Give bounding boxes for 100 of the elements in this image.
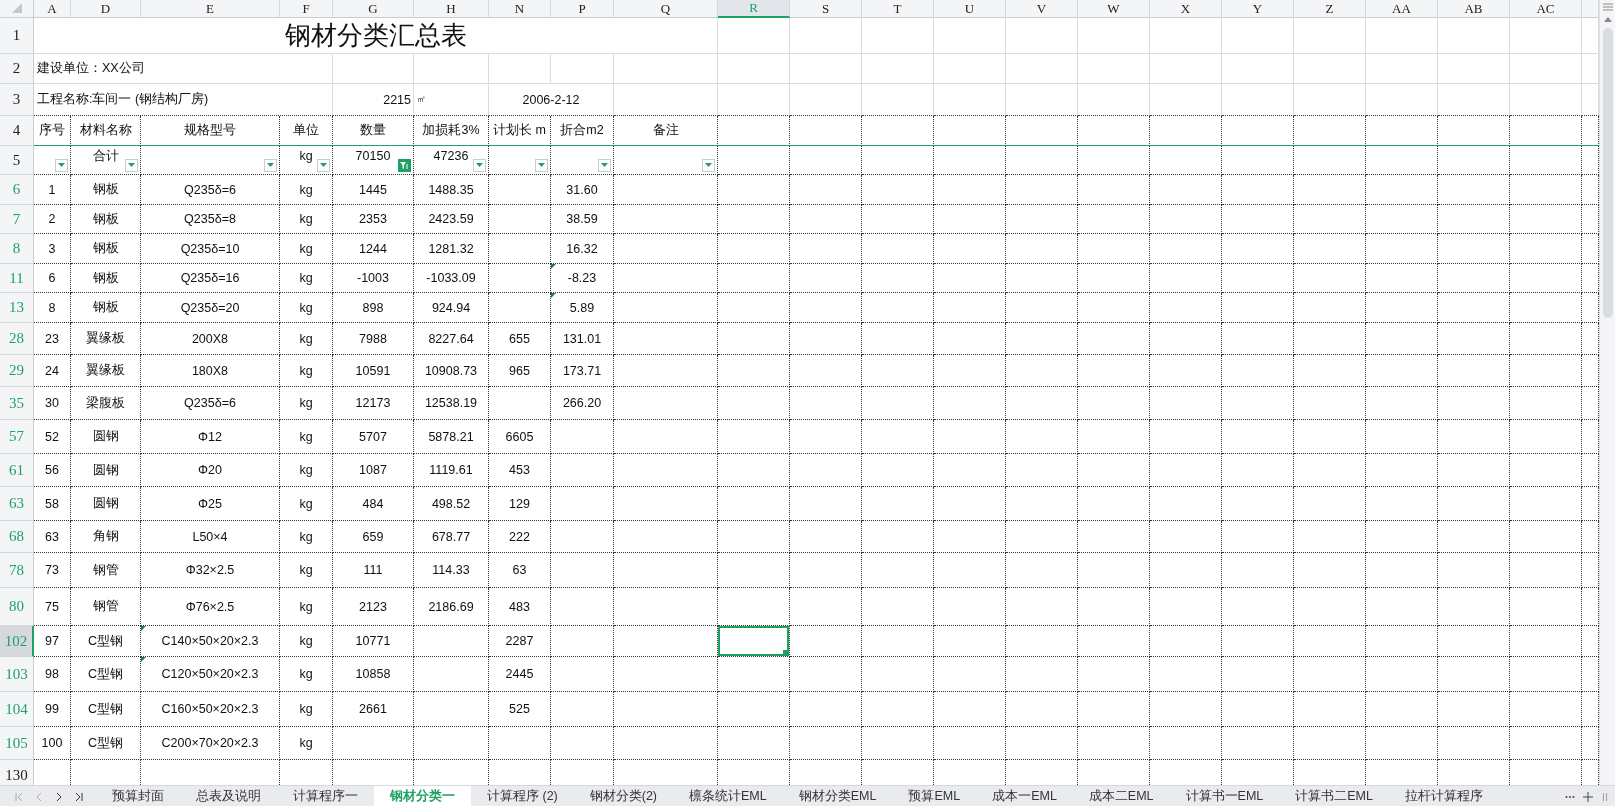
row-header[interactable]: 2 [0,54,34,84]
sheet-tab[interactable]: 总表及说明 [180,786,277,806]
table-cell: kg [299,599,313,614]
column-header[interactable]: H [414,0,489,18]
menu-icon[interactable] [1602,3,1613,11]
table-cell: 圆钢 [92,495,119,512]
column-header[interactable]: E [141,0,280,18]
column-label: 单位 [293,122,319,139]
table-cell: kg [299,667,313,681]
column-header[interactable]: W [1078,0,1150,18]
table-cell: 翼缘板 [86,330,125,347]
table-cell: 10771 [355,634,391,648]
row-header[interactable]: 130 [0,760,34,785]
filter-button[interactable] [398,159,411,172]
sheet-tab[interactable]: 预算EML [892,786,977,806]
sheet-tab[interactable]: 檩条统计EML [673,786,783,806]
filter-button[interactable] [317,159,330,172]
filter-button[interactable] [55,159,68,172]
first-sheet-icon[interactable] [14,791,24,802]
column-header[interactable]: A [34,0,71,18]
column-header[interactable]: AB [1438,0,1510,18]
column-label: 计划长 m [493,122,546,139]
column-header[interactable]: AA [1366,0,1438,18]
table-cell: Φ20 [198,463,222,477]
row-header[interactable]: 1 [0,18,34,54]
table-cell: 525 [509,702,530,716]
table-cell: 钢板 [92,181,119,198]
column-header[interactable]: Y [1222,0,1294,18]
table-cell: kg [299,271,313,285]
table-cell: 483 [509,599,530,614]
previous-sheet-icon[interactable] [34,791,44,802]
column-header[interactable]: F [280,0,333,18]
column-header[interactable]: AC [1510,0,1582,18]
table-cell: 173.71 [562,363,602,378]
filter-button[interactable] [598,159,611,172]
filter-button[interactable] [473,159,486,172]
sheet-tab[interactable]: 拉杆计算程序 [1388,786,1499,806]
row-header[interactable]: 4 [0,116,34,146]
sheet-tab[interactable]: 预算封面 [96,786,180,806]
table-cell: 10858 [355,667,391,681]
next-sheet-icon[interactable] [54,791,64,802]
last-sheet-icon[interactable] [74,791,84,802]
column-header[interactable]: T [862,0,934,18]
total-cell: kg [299,149,313,163]
caret-icon [538,163,545,168]
column-header[interactable]: D [71,0,141,18]
table-cell: 7988 [359,331,387,346]
filter-button[interactable] [125,159,138,172]
column-header[interactable]: G [333,0,414,18]
table-cell: kg [299,363,313,378]
column-header[interactable]: Q [614,0,718,18]
table-cell: 56 [45,463,59,477]
split-handle-icon[interactable] [1601,791,1609,802]
table-cell: C200×70×20×2.3 [161,736,259,750]
sheet-title: 钢材分类汇总表 [284,20,467,52]
table-cell: 钢管 [92,561,119,579]
column-header[interactable]: V [1006,0,1078,18]
caret-icon [58,163,65,168]
table-cell: kg [299,396,313,410]
caret-icon [601,163,608,168]
table-cell: 965 [509,363,530,378]
table-cell: 180X8 [191,363,229,378]
sheet-tab[interactable]: 钢材分类(2) [573,786,674,806]
scroll-up-icon[interactable] [1603,17,1612,22]
table-cell: 1488.35 [428,182,474,197]
caret-icon [128,163,135,168]
sheet-tab[interactable]: 计算程序 (2) [471,786,574,806]
table-cell: 1244 [359,241,387,256]
table-cell: 38.59 [566,212,598,226]
table-cell: kg [299,429,313,444]
column-header[interactable]: Z [1294,0,1366,18]
caret-icon [267,163,274,168]
funnel-icon [400,161,409,170]
table-cell: 6 [48,271,56,285]
column-header[interactable]: N [489,0,551,18]
scrollbar-thumb[interactable] [1602,28,1613,318]
column-header[interactable]: U [934,0,1006,18]
table-cell: kg [299,300,313,315]
row-header[interactable]: 5 [0,146,34,175]
row-header[interactable]: 3 [0,84,34,116]
sheet-tab[interactable]: 计算书二EML [1279,786,1389,806]
table-cell: 3 [48,241,56,256]
sheet-tab[interactable]: 计算程序一 [277,786,374,806]
filter-button[interactable] [702,159,715,172]
table-cell: 10591 [355,363,391,378]
column-label: 加损耗3% [422,122,480,139]
sheet-tab[interactable]: 成本一EML [976,786,1073,806]
column-header[interactable]: P [551,0,614,18]
table-cell: 翼缘板 [86,362,125,379]
selected-cell[interactable] [718,626,789,656]
table-cell: Φ25 [198,496,222,511]
column-header[interactable]: S [790,0,862,18]
table-cell: kg [299,212,313,226]
sheet-tab[interactable]: 钢材分类EML [782,786,893,806]
sheet-tab[interactable]: 计算书一EML [1169,786,1280,806]
sheet-tab[interactable]: 成本二EML [1072,786,1170,806]
column-header[interactable]: X [1150,0,1222,18]
filter-button[interactable] [535,159,548,172]
filter-button[interactable] [264,159,277,172]
add-sheet-icon[interactable] [1583,791,1593,802]
